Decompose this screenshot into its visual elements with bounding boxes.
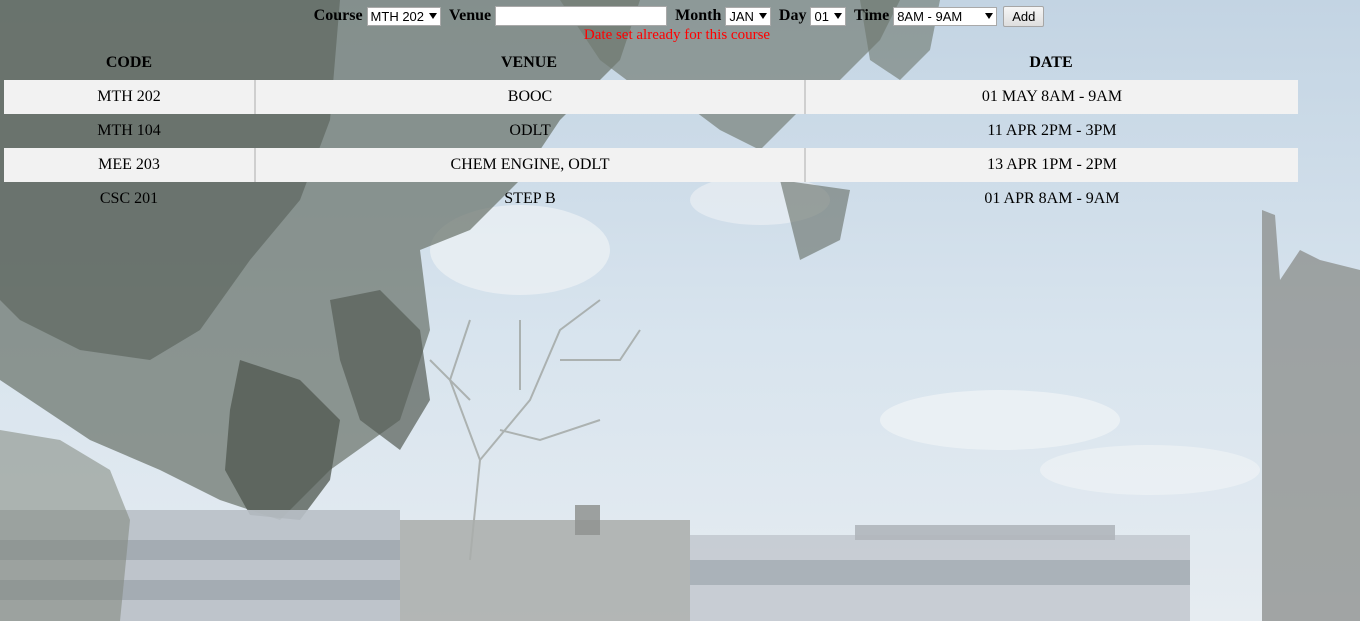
table-header-row: CODE VENUE DATE — [4, 46, 1298, 80]
month-select[interactable]: JAN — [725, 6, 771, 26]
add-button[interactable]: Add — [1003, 5, 1045, 27]
dropdown-arrow-icon — [429, 12, 438, 19]
cell-date: 11 APR 2PM - 3PM — [987, 122, 1117, 139]
day-select-value: 01 — [814, 8, 829, 24]
venue-input[interactable] — [495, 6, 668, 26]
add-exam-form: Course MTH 202 Venue Month JAN Day 01 Ti… — [0, 5, 1354, 27]
table-row: CSC 201 STEP B 01 APR 8AM - 9AM — [4, 182, 1298, 216]
cell-code: MEE 203 — [4, 148, 254, 182]
cell-venue: ODLT — [509, 122, 551, 139]
table-row: MTH 104 ODLT 11 APR 2PM - 3PM — [4, 114, 1298, 148]
time-label: Time — [853, 7, 890, 24]
day-label: Day — [778, 7, 807, 24]
cell-code: MTH 104 — [97, 122, 161, 139]
table-row: MTH 202 BOOC 01 MAY 8AM - 9AM — [4, 80, 1298, 114]
time-select-value: 8AM - 9AM — [897, 8, 963, 24]
cell-venue: BOOC — [254, 80, 804, 114]
course-select[interactable]: MTH 202 — [366, 6, 442, 26]
month-label: Month — [675, 7, 722, 24]
venue-label: Venue — [449, 7, 492, 24]
column-header-code: CODE — [105, 54, 153, 71]
cell-venue: STEP B — [504, 190, 556, 207]
exam-schedule-table: CODE VENUE DATE MTH 202 BOOC 01 MAY 8AM … — [4, 46, 1298, 216]
cell-date: 13 APR 1PM - 2PM — [804, 148, 1298, 182]
cell-code: MTH 202 — [4, 80, 254, 114]
course-label: Course — [313, 7, 363, 24]
dropdown-arrow-icon — [833, 12, 842, 19]
cell-date: 01 APR 8AM - 9AM — [984, 190, 1120, 207]
course-select-value: MTH 202 — [370, 8, 425, 24]
column-header-date: DATE — [1029, 54, 1073, 71]
column-header-venue: VENUE — [500, 54, 557, 71]
month-select-value: JAN — [729, 8, 754, 24]
dropdown-arrow-icon — [758, 12, 767, 19]
cell-venue: CHEM ENGINE, ODLT — [254, 148, 804, 182]
day-select[interactable]: 01 — [810, 6, 846, 26]
cell-date: 01 MAY 8AM - 9AM — [804, 80, 1298, 114]
error-message: Date set already for this course — [583, 27, 771, 43]
dropdown-arrow-icon — [985, 12, 994, 19]
cell-code: CSC 201 — [99, 190, 159, 207]
time-select[interactable]: 8AM - 9AM — [893, 6, 998, 26]
table-row: MEE 203 CHEM ENGINE, ODLT 13 APR 1PM - 2… — [4, 148, 1298, 182]
